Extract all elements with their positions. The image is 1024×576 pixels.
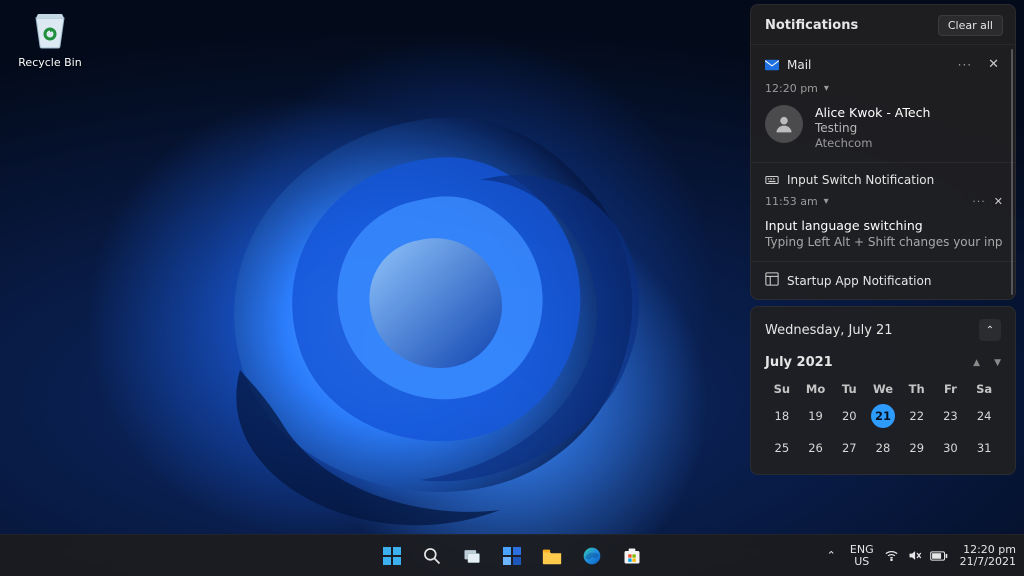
mail-domain: Atechcom [815, 136, 930, 150]
language-top: ENG [850, 544, 874, 556]
tray-overflow-button[interactable]: ⌃ [823, 545, 840, 566]
calendar-full-date: Wednesday, July 21 [765, 323, 893, 338]
calendar-prev-button[interactable]: ▲ [973, 358, 980, 368]
taskbar-date: 21/7/2021 [960, 556, 1016, 568]
taskbar: ⌃ ENG US 12:20 pm 21/7/2021 [0, 534, 1024, 576]
chevron-down-icon[interactable]: ▾ [824, 196, 829, 207]
calendar-dow: Tu [832, 382, 866, 396]
recycle-bin-icon [26, 4, 74, 52]
calendar-next-button[interactable]: ▼ [994, 358, 1001, 368]
calendar-day[interactable]: 28 [871, 436, 895, 460]
wifi-icon [884, 548, 899, 563]
calendar-grid: SuMoTuWeThFrSa 18 19 20 21 22 23 24 25 26 27 28 29 30… [765, 382, 1001, 460]
notification-close-button[interactable]: ✕ [984, 55, 1003, 74]
notification-more-button[interactable]: ··· [954, 56, 976, 74]
notification-app-name: Input Switch Notification [787, 173, 934, 187]
widgets-button[interactable] [495, 539, 529, 573]
notification-group-startup-app[interactable]: Startup App Notification [751, 261, 1015, 299]
calendar-dow: Sa [967, 382, 1001, 396]
notification-timestamp: 12:20 pm [765, 82, 818, 95]
calendar-day[interactable]: 30 [938, 436, 962, 460]
calendar-panel: Wednesday, July 21 ⌃ July 2021 ▲ ▼ SuMoT… [750, 306, 1016, 475]
quick-settings-button[interactable] [884, 548, 948, 563]
calendar-day[interactable]: 24 [972, 404, 996, 428]
calendar-day[interactable]: 22 [905, 404, 929, 428]
taskbar-time: 12:20 pm [960, 544, 1016, 556]
calendar-day[interactable]: 26 [804, 436, 828, 460]
battery-icon [930, 550, 948, 562]
calendar-collapse-button[interactable]: ⌃ [979, 319, 1001, 341]
taskbar-center [375, 539, 649, 573]
startup-app-icon [765, 272, 779, 289]
notification-title: Input language switching [765, 218, 1003, 233]
task-view-button[interactable] [455, 539, 489, 573]
mail-subject: Testing [815, 121, 930, 135]
notification-app-name: Mail [787, 58, 811, 72]
desktop-icon-recycle-bin[interactable]: Recycle Bin [10, 4, 90, 69]
taskbar-clock[interactable]: 12:20 pm 21/7/2021 [958, 544, 1018, 568]
search-button[interactable] [415, 539, 449, 573]
taskbar-system-tray: ⌃ ENG US 12:20 pm 21/7/2021 [823, 544, 1018, 568]
notifications-panel: Notifications Clear all Mail ··· ✕ 12:20… [750, 4, 1016, 300]
desktop-icon-label: Recycle Bin [10, 56, 90, 69]
calendar-day[interactable]: 27 [837, 436, 861, 460]
file-explorer-button[interactable] [535, 539, 569, 573]
chevron-down-icon[interactable]: ▾ [824, 83, 829, 94]
edge-browser-button[interactable] [575, 539, 609, 573]
mail-app-icon [765, 58, 779, 72]
calendar-day[interactable]: 25 [770, 436, 794, 460]
calendar-day[interactable]: 19 [804, 404, 828, 428]
calendar-dow: Mo [799, 382, 833, 396]
calendar-day[interactable]: 18 [770, 404, 794, 428]
calendar-day[interactable]: 23 [938, 404, 962, 428]
notification-group-input-switch[interactable]: Input Switch Notification 11:53 am ▾ ···… [751, 162, 1015, 261]
notification-more-button[interactable]: ··· [972, 195, 986, 208]
calendar-dow: Fr [934, 382, 968, 396]
calendar-month-label[interactable]: July 2021 [765, 355, 833, 370]
start-button[interactable] [375, 539, 409, 573]
notification-group-mail[interactable]: Mail ··· ✕ 12:20 pm ▾ Alice Kwok - ATech… [751, 44, 1015, 162]
language-indicator[interactable]: ENG US [850, 544, 874, 568]
calendar-day[interactable]: 31 [972, 436, 996, 460]
calendar-day[interactable]: 29 [905, 436, 929, 460]
notification-description: Typing Left Alt + Shift changes your inp… [765, 235, 1003, 249]
keyboard-icon [765, 173, 779, 187]
notification-app-name: Startup App Notification [787, 274, 931, 288]
notifications-title: Notifications [765, 18, 858, 33]
calendar-dow: Su [765, 382, 799, 396]
calendar-dow: We [866, 382, 900, 396]
clear-all-button[interactable]: Clear all [938, 15, 1003, 36]
calendar-day[interactable]: 20 [837, 404, 861, 428]
calendar-day[interactable]: 21 [871, 404, 895, 428]
sender-avatar [765, 105, 803, 143]
notification-timestamp: 11:53 am [765, 195, 818, 208]
mail-sender: Alice Kwok - ATech [815, 105, 930, 120]
volume-muted-icon [907, 548, 922, 563]
language-bottom: US [850, 556, 874, 568]
microsoft-store-button[interactable] [615, 539, 649, 573]
calendar-dow: Th [900, 382, 934, 396]
notification-close-button[interactable]: ✕ [994, 195, 1003, 208]
